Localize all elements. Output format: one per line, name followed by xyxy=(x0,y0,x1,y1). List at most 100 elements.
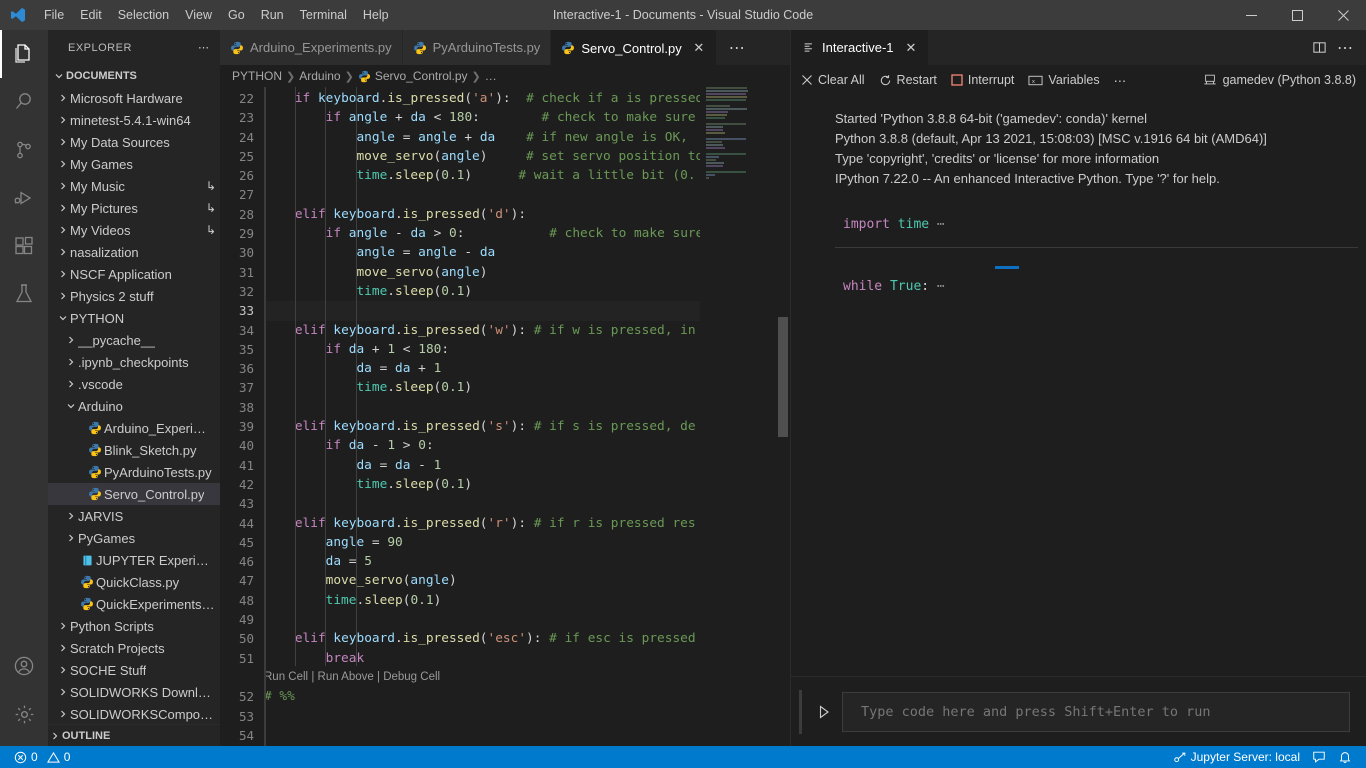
split-editor-icon[interactable] xyxy=(1312,40,1327,55)
code-editor[interactable]: 2223242526272829303132333435363738394041… xyxy=(220,87,790,746)
kernel-selector[interactable]: gamedev (Python 3.8.8) xyxy=(1203,73,1356,87)
sidebar-more-icon[interactable]: ⋯ xyxy=(198,41,210,54)
code-line[interactable]: angle = 90 xyxy=(264,533,700,552)
window-controls[interactable] xyxy=(1228,0,1366,30)
tree-item-scratch-projects[interactable]: Scratch Projects xyxy=(48,637,220,659)
tree-item-pycache[interactable]: __pycache__ xyxy=(48,329,220,351)
tree-item-my-music[interactable]: My Music↳ xyxy=(48,175,220,197)
code-line[interactable]: angle = angle - da xyxy=(264,243,700,262)
activity-search-icon[interactable] xyxy=(0,78,48,126)
code-line[interactable]: if da - 1 > 0: xyxy=(264,436,700,455)
cell-collapsed-ellipsis[interactable]: ⋯ xyxy=(929,217,945,232)
activity-source-control-icon[interactable] xyxy=(0,126,48,174)
code-line[interactable]: elif keyboard.is_pressed('d'): xyxy=(264,205,700,224)
tree-item-python[interactable]: PYTHON xyxy=(48,307,220,329)
activity-manage-gear-icon[interactable] xyxy=(0,690,48,738)
code-line[interactable]: da = da + 1 xyxy=(264,359,700,378)
variables-button[interactable]: x Variables xyxy=(1028,73,1099,87)
interactive-cell-while-true[interactable]: while True: ⋯ xyxy=(835,277,1366,297)
code-line[interactable] xyxy=(264,398,700,417)
tree-item-nscf-application[interactable]: NSCF Application xyxy=(48,263,220,285)
menu-edit[interactable]: Edit xyxy=(72,0,110,30)
code-line[interactable] xyxy=(264,185,700,204)
tree-item-quickexperiments-py[interactable]: QuickExperiments.py xyxy=(48,593,220,615)
editor-actions-more-icon[interactable]: ⋯ xyxy=(717,30,758,65)
code-line[interactable]: time.sleep(0.1) xyxy=(264,591,700,610)
close-button[interactable] xyxy=(1320,0,1366,30)
menu-bar[interactable]: File Edit Selection View Go Run Terminal… xyxy=(36,0,397,30)
tree-item-my-videos[interactable]: My Videos↳ xyxy=(48,219,220,241)
interactive-more-icon[interactable]: ⋯ xyxy=(1337,38,1354,58)
menu-help[interactable]: Help xyxy=(355,0,397,30)
breadcrumb-python[interactable]: PYTHON xyxy=(232,69,282,83)
tree-item-python-scripts[interactable]: Python Scripts xyxy=(48,615,220,637)
interactive-code-input[interactable]: Type code here and press Shift+Enter to … xyxy=(842,692,1350,732)
code-line[interactable]: break xyxy=(264,649,700,668)
codelens-debug-cell[interactable]: Debug Cell xyxy=(383,671,440,683)
tree-item-minetest-5-4-1-win64[interactable]: minetest-5.4.1-win64 xyxy=(48,109,220,131)
tree-item-nasalization[interactable]: nasalization xyxy=(48,241,220,263)
tab-pyarduinotests[interactable]: PyArduinoTests.py xyxy=(403,30,552,65)
code-content[interactable]: if keyboard.is_pressed('a'): # check if … xyxy=(264,87,700,746)
tree-item-microsoft-hardware[interactable]: Microsoft Hardware xyxy=(48,87,220,109)
menu-terminal[interactable]: Terminal xyxy=(292,0,355,30)
tree-item-quickclass-py[interactable]: QuickClass.py xyxy=(48,571,220,593)
tree-item-solidworks-downl[interactable]: SOLIDWORKS Downl… xyxy=(48,681,220,703)
code-line[interactable] xyxy=(264,610,700,629)
tree-item-arduino-experime[interactable]: Arduino_Experime… xyxy=(48,417,220,439)
tree-item-arduino[interactable]: Arduino xyxy=(48,395,220,417)
interactive-output-area[interactable]: Started 'Python 3.8.8 64-bit ('gamedev':… xyxy=(791,95,1366,676)
code-line[interactable]: move_servo(angle) xyxy=(264,571,700,590)
scrollbar-thumb[interactable] xyxy=(778,317,788,437)
code-line[interactable]: da = 5 xyxy=(264,552,700,571)
code-line[interactable]: if keyboard.is_pressed('a'): # check if … xyxy=(264,89,700,108)
code-line[interactable]: time.sleep(0.1) xyxy=(264,282,700,301)
tab-close-icon[interactable]: ✕ xyxy=(692,40,706,56)
tree-item-vscode[interactable]: .vscode xyxy=(48,373,220,395)
menu-file[interactable]: File xyxy=(36,0,72,30)
restart-button[interactable]: Restart xyxy=(879,73,937,87)
code-line[interactable]: if da + 1 < 180: xyxy=(264,340,700,359)
code-line[interactable]: time.sleep(0.1) xyxy=(264,378,700,397)
tree-item-my-data-sources[interactable]: My Data Sources xyxy=(48,131,220,153)
tree-item-pyarduinotests-py[interactable]: PyArduinoTests.py xyxy=(48,461,220,483)
code-line[interactable]: elif keyboard.is_pressed('w'): # if w is… xyxy=(264,321,700,340)
menu-run[interactable]: Run xyxy=(253,0,292,30)
code-line[interactable]: time.sleep(0.1) xyxy=(264,475,700,494)
status-jupyter-server[interactable]: Jupyter Server: local xyxy=(1167,746,1306,768)
code-line[interactable] xyxy=(264,494,700,513)
minimap[interactable] xyxy=(700,87,776,746)
activity-account-icon[interactable] xyxy=(0,642,48,690)
breadcrumb-symbol[interactable]: … xyxy=(485,69,497,83)
tree-item-pygames[interactable]: PyGames xyxy=(48,527,220,549)
tree-item-soche-stuff[interactable]: SOCHE Stuff xyxy=(48,659,220,681)
activity-explorer-icon[interactable] xyxy=(0,30,48,78)
code-line[interactable]: da = da - 1 xyxy=(264,456,700,475)
menu-view[interactable]: View xyxy=(177,0,220,30)
interactive-cell-import-time[interactable]: import time ⋯ xyxy=(835,215,1366,248)
tree-item-servo-control-py[interactable]: Servo_Control.py xyxy=(48,483,220,505)
tree-item-ipynb-checkpoints[interactable]: .ipynb_checkpoints xyxy=(48,351,220,373)
code-line[interactable]: elif keyboard.is_pressed('esc'): # if es… xyxy=(264,629,700,648)
tree-item-physics-2-stuff[interactable]: Physics 2 stuff xyxy=(48,285,220,307)
status-problems[interactable]: 0 0 xyxy=(8,746,76,768)
code-line[interactable]: angle = angle + da # if new angle is OK, xyxy=(264,128,700,147)
tab-arduino-experiments[interactable]: Arduino_Experiments.py xyxy=(220,30,403,65)
explorer-section-documents[interactable]: DOCUMENTS xyxy=(48,65,220,87)
file-tree[interactable]: Microsoft Hardwareminetest-5.4.1-win64My… xyxy=(48,87,220,724)
code-line[interactable]: # %% xyxy=(264,687,700,706)
tree-item-solidworkscompo[interactable]: SOLIDWORKSCompo… xyxy=(48,703,220,724)
tab-servo-control[interactable]: Servo_Control.py ✕ xyxy=(551,30,716,65)
maximize-button[interactable] xyxy=(1274,0,1320,30)
code-line[interactable] xyxy=(264,726,700,745)
status-notifications[interactable] xyxy=(1332,746,1358,768)
code-line[interactable]: elif keyboard.is_pressed('r'): # if r is… xyxy=(264,514,700,533)
interactive-toolbar-more-icon[interactable]: ⋯ xyxy=(1114,73,1128,88)
tree-item-jupyter-experiment[interactable]: JUPYTER Experiment… xyxy=(48,549,220,571)
menu-go[interactable]: Go xyxy=(220,0,253,30)
outline-section[interactable]: OUTLINE xyxy=(48,724,220,746)
tree-item-jarvis[interactable]: JARVIS xyxy=(48,505,220,527)
activity-run-debug-icon[interactable] xyxy=(0,174,48,222)
activity-extensions-icon[interactable] xyxy=(0,222,48,270)
breadcrumb-file[interactable]: Servo_Control.py xyxy=(375,69,468,83)
